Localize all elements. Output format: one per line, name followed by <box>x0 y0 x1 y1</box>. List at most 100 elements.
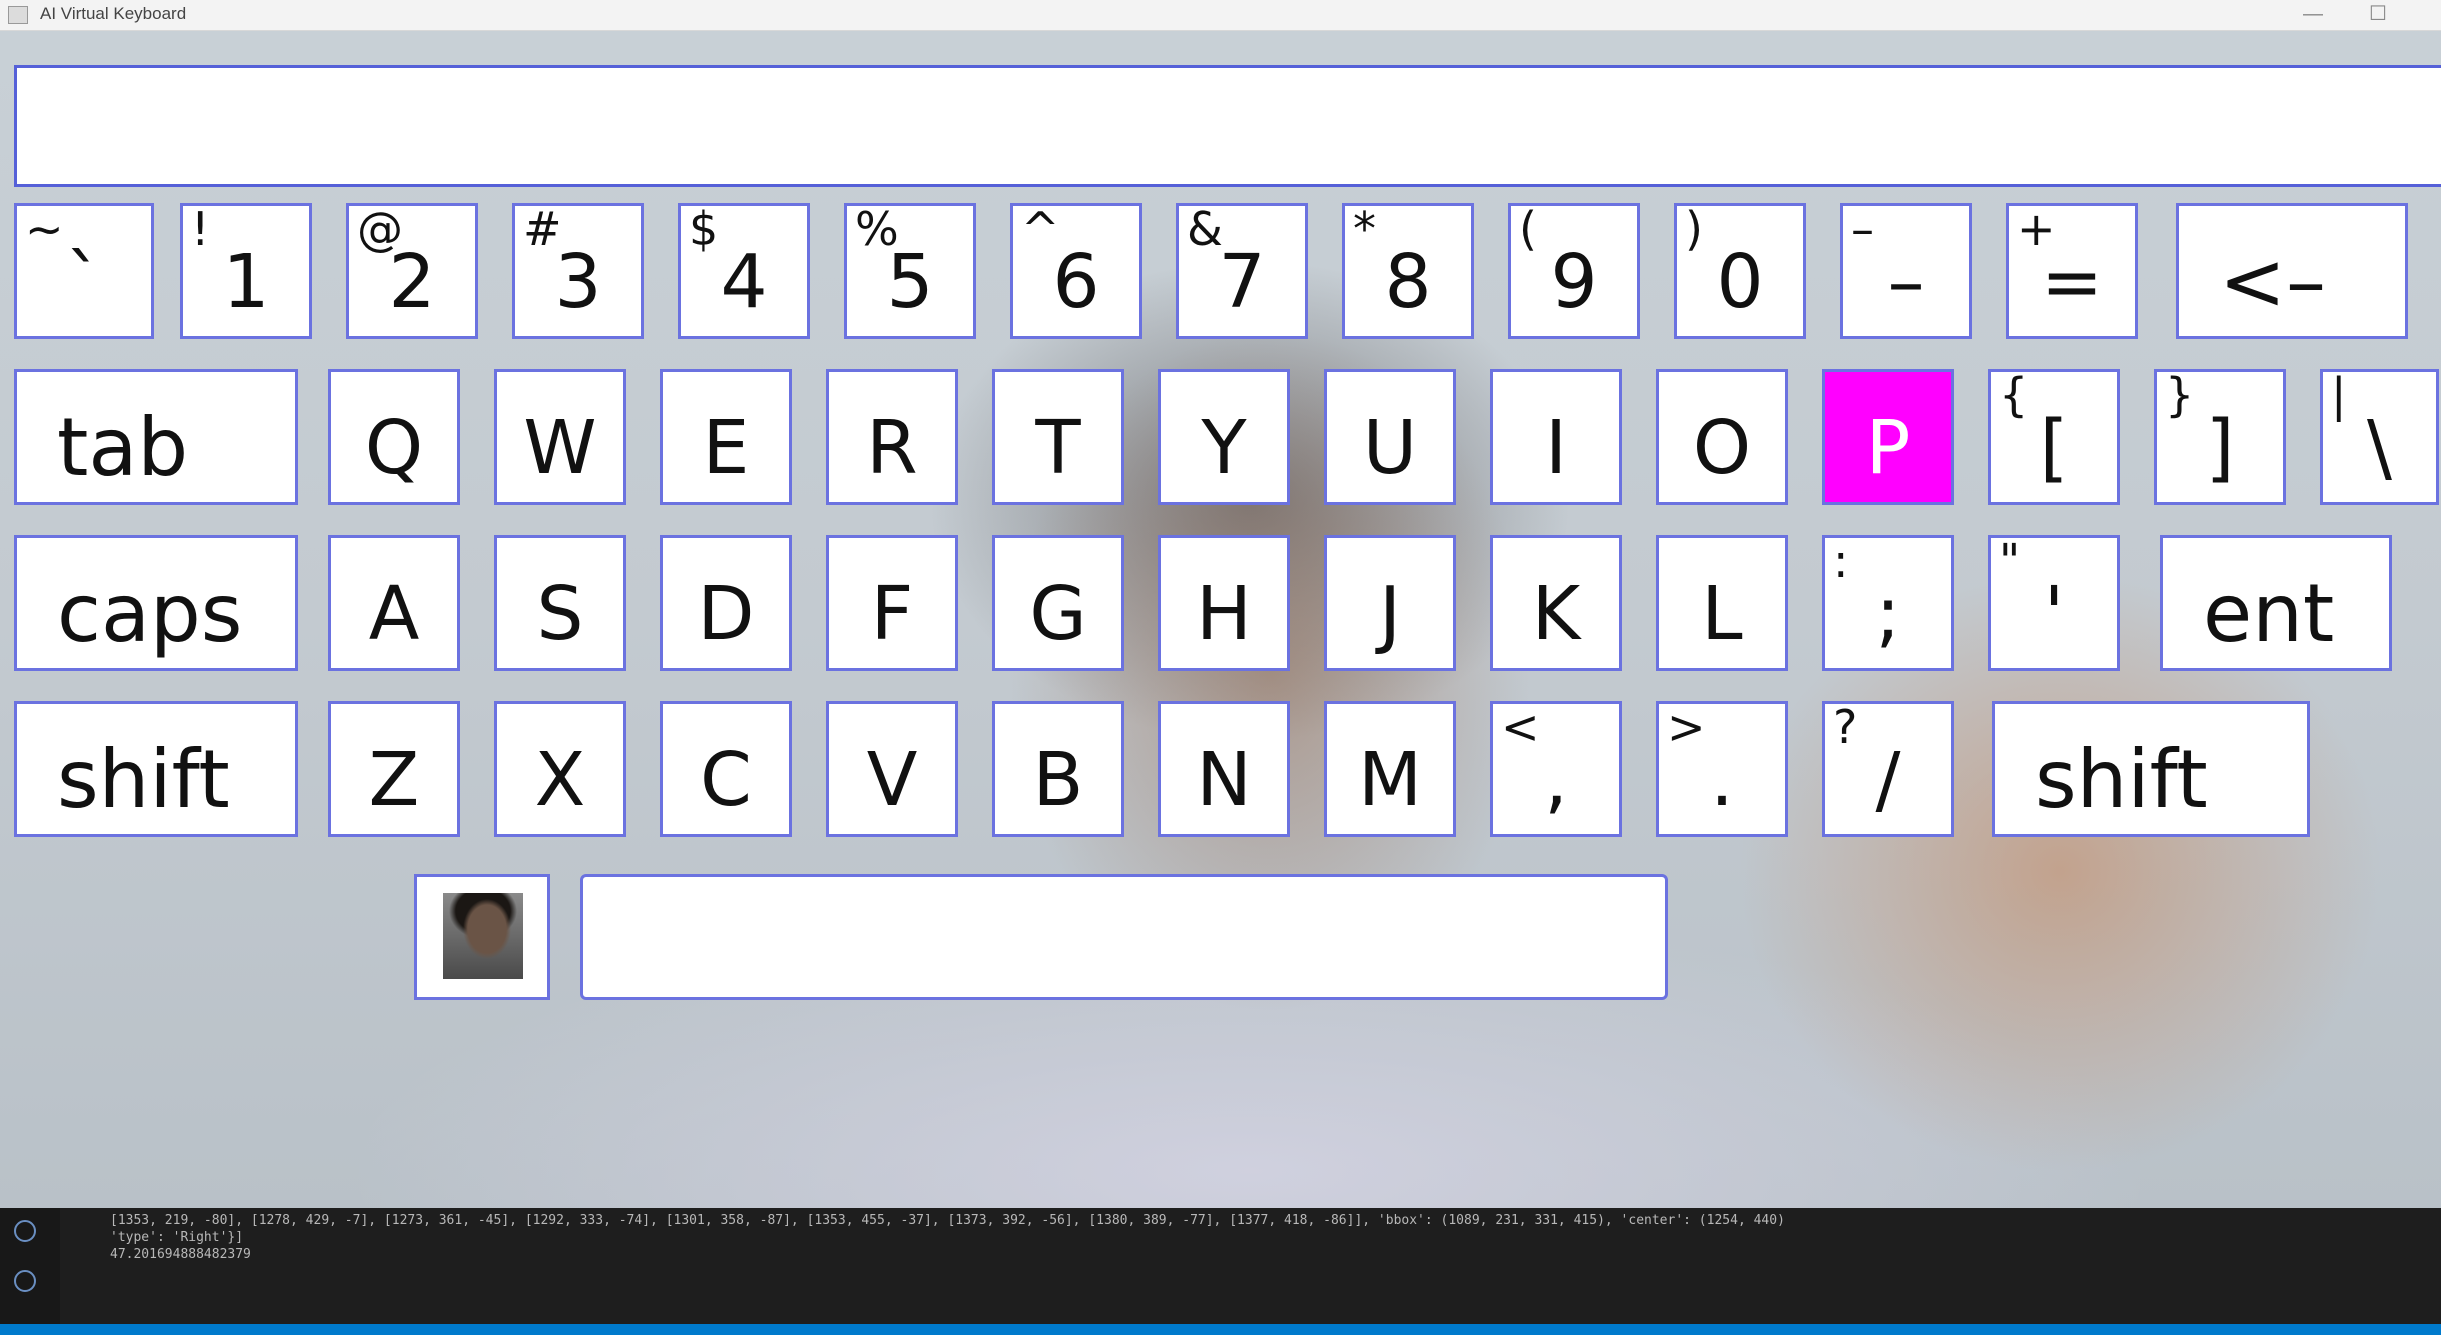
key-period[interactable]: >. <box>1656 701 1788 837</box>
key-left-bracket[interactable]: {[ <box>1988 369 2120 505</box>
key-comma[interactable]: <, <box>1490 701 1622 837</box>
key-label: tab <box>57 401 189 494</box>
key-label: Z <box>368 737 420 823</box>
key-label: L <box>1701 571 1743 657</box>
key-p[interactable]: P <box>1822 369 1954 505</box>
key-q[interactable]: Q <box>328 369 460 505</box>
key-caps[interactable]: caps <box>14 535 298 671</box>
key-label: C <box>700 737 752 823</box>
key-label: ` <box>65 239 103 325</box>
key-g[interactable]: G <box>992 535 1124 671</box>
key-label: 9 <box>1550 239 1598 325</box>
key-l[interactable]: L <box>1656 535 1788 671</box>
key-label: \ <box>2367 405 2392 491</box>
key-backslash[interactable]: | \ <box>2320 369 2439 505</box>
key-label: S <box>536 571 584 657</box>
key-n[interactable]: N <box>1158 701 1290 837</box>
key-t[interactable]: T <box>992 369 1124 505</box>
key-b[interactable]: B <box>992 701 1124 837</box>
key-3[interactable]: #3 <box>512 203 644 339</box>
key-f[interactable]: F <box>826 535 958 671</box>
key-label: D <box>697 571 755 657</box>
account-icon[interactable] <box>14 1270 36 1292</box>
minimize-button[interactable]: — <box>2290 0 2336 30</box>
key-tab[interactable]: tab <box>14 369 298 505</box>
key-7[interactable]: & 7 <box>1176 203 1308 339</box>
key-2[interactable]: @2 <box>346 203 478 339</box>
key-h[interactable]: H <box>1158 535 1290 671</box>
key-label: / <box>1875 737 1901 823</box>
key-m[interactable]: M <box>1324 701 1456 837</box>
key-semicolon[interactable]: :; <box>1822 535 1954 671</box>
key-label: [ <box>2039 405 2069 491</box>
key-d[interactable]: D <box>660 535 792 671</box>
key-o[interactable]: O <box>1656 369 1788 505</box>
key-8[interactable]: * 8 <box>1342 203 1474 339</box>
key-j[interactable]: J <box>1324 535 1456 671</box>
key-i[interactable]: I <box>1490 369 1622 505</box>
status-bar <box>0 1324 2441 1335</box>
key-label: U <box>1362 405 1418 491</box>
key-backspace[interactable]: <– <box>2176 203 2408 339</box>
key-4[interactable]: $4 <box>678 203 810 339</box>
key-label: I <box>1545 405 1567 491</box>
key-label: N <box>1196 737 1252 823</box>
key-label: B <box>1032 737 1084 823</box>
key-backtick[interactable]: ~ ` <box>14 203 154 339</box>
key-shift-right[interactable]: shift <box>1992 701 2310 837</box>
terminal-gutter <box>0 1208 60 1324</box>
camera-feed: ~ `! 1 @2 #3 $4% 5 ^ 6 & 7 * 8(9) 0– – + = <– tab Q W E R T Y U I O… <box>0 31 2441 1208</box>
key-label: 6 <box>1052 239 1100 325</box>
debug-icon[interactable] <box>14 1220 36 1242</box>
key-label: 1 <box>222 239 270 325</box>
key-y[interactable]: Y <box>1158 369 1290 505</box>
key-x[interactable]: X <box>494 701 626 837</box>
key-9[interactable]: (9 <box>1508 203 1640 339</box>
key-w[interactable]: W <box>494 369 626 505</box>
key-e[interactable]: E <box>660 369 792 505</box>
key-c[interactable]: C <box>660 701 792 837</box>
key-label: F <box>870 571 914 657</box>
key-enter[interactable]: ent <box>2160 535 2392 671</box>
key-label: M <box>1358 737 1422 823</box>
key-0[interactable]: ) 0 <box>1674 203 1806 339</box>
key-v[interactable]: V <box>826 701 958 837</box>
key-label: ] <box>2205 405 2235 491</box>
key-quote[interactable]: " ' <box>1988 535 2120 671</box>
key-label: 8 <box>1384 239 1432 325</box>
terminal-line: [1353, 219, -80], [1278, 429, -7], [1273… <box>110 1213 1785 1228</box>
key-label: 7 <box>1218 239 1266 325</box>
key-label: – <box>1887 239 1925 325</box>
key-1[interactable]: ! 1 <box>180 203 312 339</box>
maximize-button[interactable]: ☐ <box>2355 0 2401 30</box>
key-label: ; <box>1875 571 1901 657</box>
key-6[interactable]: ^ 6 <box>1010 203 1142 339</box>
key-k[interactable]: K <box>1490 535 1622 671</box>
key-minus[interactable]: – – <box>1840 203 1972 339</box>
key-r[interactable]: R <box>826 369 958 505</box>
key-label: P <box>1865 405 1911 491</box>
key-shift-left[interactable]: shift <box>14 701 298 837</box>
app-icon <box>8 6 28 24</box>
key-right-bracket[interactable]: }] <box>2154 369 2286 505</box>
key-label: , <box>1544 737 1568 823</box>
avatar-key[interactable] <box>414 874 550 1000</box>
typed-text-field[interactable] <box>14 65 2441 187</box>
key-label: H <box>1196 571 1252 657</box>
key-5[interactable]: % 5 <box>844 203 976 339</box>
key-label: Y <box>1201 405 1247 491</box>
key-z[interactable]: Z <box>328 701 460 837</box>
key-label: X <box>534 737 586 823</box>
key-label: A <box>368 571 420 657</box>
key-label: J <box>1379 571 1401 657</box>
key-a[interactable]: A <box>328 535 460 671</box>
key-label: 0 <box>1716 239 1764 325</box>
key-equals[interactable]: + = <box>2006 203 2138 339</box>
key-label: shift <box>57 733 230 826</box>
key-u[interactable]: U <box>1324 369 1456 505</box>
key-slash[interactable]: ? / <box>1822 701 1954 837</box>
space-bar[interactable] <box>580 874 1668 1000</box>
window-title: AI Virtual Keyboard <box>40 4 187 23</box>
key-label: R <box>866 405 918 491</box>
key-s[interactable]: S <box>494 535 626 671</box>
